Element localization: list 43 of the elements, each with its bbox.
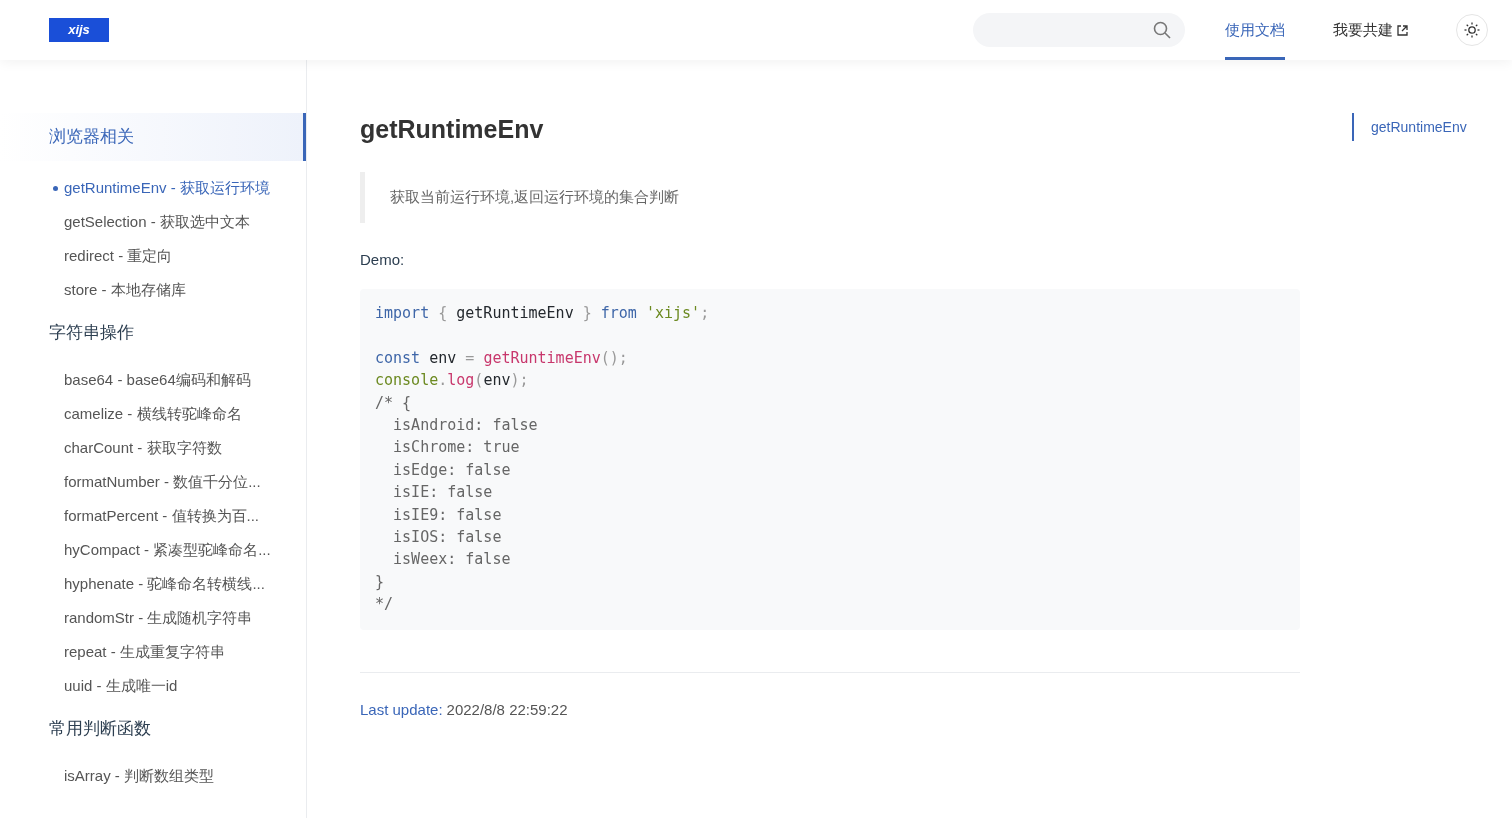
sidebar-item[interactable]: charCount - 获取字符数 [0, 431, 306, 465]
search-icon[interactable] [1153, 21, 1171, 39]
last-update-label: Last update: [360, 700, 443, 718]
last-update-value: 2022/8/8 22:59:22 [446, 700, 568, 718]
demo-label: Demo: [360, 249, 406, 270]
code-line: /* { [375, 392, 413, 414]
logo[interactable]: xijs [49, 18, 109, 42]
sidebar-item[interactable]: redirect - 重定向 [0, 239, 306, 273]
sidebar-item[interactable]: isArray - 判断数组类型 [0, 759, 306, 793]
code-line: isIE: false [392, 482, 494, 504]
sidebar-group-title[interactable]: 字符串操作 [0, 313, 306, 353]
code-line: } [375, 571, 386, 593]
code-line: const env = getRuntimeEnv(); [375, 347, 629, 369]
nav-link[interactable]: 使用文档 [1225, 0, 1285, 60]
sidebar-group-title[interactable]: 常用判断函数 [0, 709, 306, 749]
code-line: isIE9: false [392, 504, 503, 526]
quote-text: 获取当前运行环境,返回运行环境的集合判断 [360, 172, 1300, 223]
sidebar-item[interactable]: hyphenate - 驼峰命名转横线... [0, 567, 306, 601]
sidebar-item[interactable]: uuid - 生成唯一id [0, 669, 306, 703]
theme-toggle-button[interactable] [1456, 14, 1488, 46]
sidebar-item[interactable]: store - 本地存储库 [0, 273, 306, 307]
sidebar-item[interactable]: getSelection - 获取选中文本 [0, 205, 306, 239]
sidebar-item[interactable]: formatPercent - 值转换为百... [0, 499, 306, 533]
sidebar-item[interactable]: randomStr - 生成随机字符串 [0, 601, 306, 635]
sidebar-item[interactable]: formatNumber - 数值千分位... [0, 465, 306, 499]
code-line: isChrome: true [392, 437, 521, 459]
sidebar-item[interactable]: base64 - base64编码和解码 [0, 363, 306, 397]
nav-link[interactable]: 我要共建 [1333, 0, 1408, 60]
code-line: import { getRuntimeEnv } from 'xijs'; [375, 303, 711, 324]
code-line: isIOS: false [392, 527, 503, 549]
search-field[interactable] [973, 13, 1185, 47]
code-line: console.log(env); [375, 370, 530, 392]
sun-icon [1464, 22, 1480, 38]
sidebar-item[interactable]: repeat - 生成重复字符串 [0, 635, 306, 669]
code-line: isWeex: false [392, 549, 512, 571]
code-line: isAndroid: false [392, 415, 539, 436]
code-line: isEdge: false [392, 459, 512, 481]
page-title: getRuntimeEnv [360, 114, 545, 144]
code-line: */ [375, 594, 395, 616]
toc-link[interactable]: getRuntimeEnv [1352, 113, 1467, 141]
sidebar-item[interactable]: camelize - 横线转驼峰命名 [0, 397, 306, 431]
sidebar-item[interactable]: hyCompact - 紧凑型驼峰命名... [0, 533, 306, 567]
sidebar-item[interactable]: getRuntimeEnv - 获取运行环境 [0, 171, 306, 205]
